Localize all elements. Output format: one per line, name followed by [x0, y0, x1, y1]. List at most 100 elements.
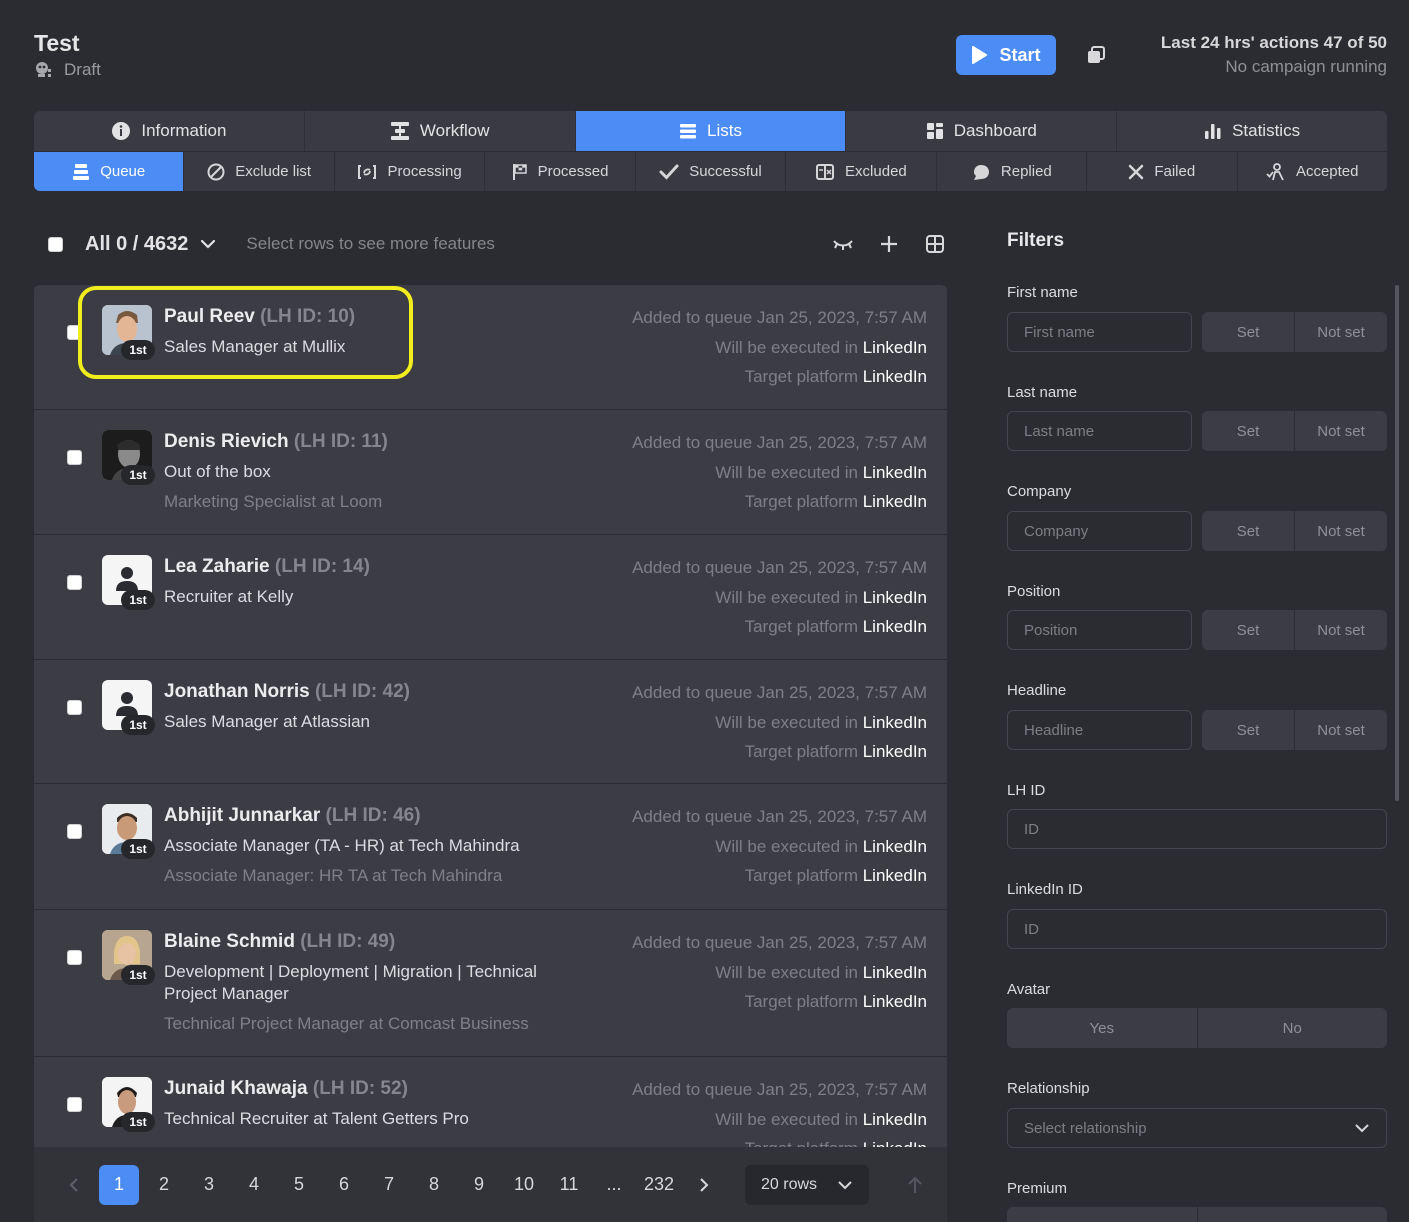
- set-button[interactable]: Set: [1202, 312, 1295, 352]
- subtab-label: Processing: [387, 163, 462, 180]
- exec-value: LinkedIn: [862, 712, 927, 732]
- page-button[interactable]: 8: [414, 1165, 454, 1205]
- profile-name-line: Junaid Khawaja (LH ID: 52): [164, 1077, 594, 1101]
- premium-option[interactable]: [1007, 1207, 1198, 1222]
- page-button[interactable]: 7: [369, 1165, 409, 1205]
- subtab-processed[interactable]: Processed: [485, 152, 636, 191]
- list-item[interactable]: 1st Blaine Schmid (LH ID: 49) Developmen…: [34, 910, 947, 1057]
- subtab-label: Successful: [689, 163, 762, 180]
- copy-icon: [1088, 46, 1105, 63]
- page-button[interactable]: 5: [279, 1165, 319, 1205]
- page-button[interactable]: 9: [459, 1165, 499, 1205]
- page-button[interactable]: 6: [324, 1165, 364, 1205]
- tab-label: Lists: [707, 121, 742, 140]
- added-to-queue: Added to queue Jan 25, 2023, 7:57 AM: [632, 308, 927, 327]
- list-item[interactable]: 1st Denis Rievich (LH ID: 11) Out of the…: [34, 410, 947, 535]
- position-input[interactable]: Position: [1007, 610, 1192, 650]
- tab-workflow[interactable]: Workflow: [305, 111, 576, 151]
- tab-lists[interactable]: Lists: [575, 111, 847, 151]
- lh-id-input[interactable]: ID: [1007, 809, 1387, 849]
- next-page-button[interactable]: [684, 1165, 724, 1205]
- set-button[interactable]: Set: [1202, 411, 1295, 451]
- linkedin-id-input[interactable]: ID: [1007, 909, 1387, 949]
- relationship-select[interactable]: Select relationship: [1007, 1108, 1387, 1148]
- pagination: 1 2 3 4 5 6 7 8 9 10 11 ... 232 20 rows: [34, 1147, 947, 1222]
- hide-details-button[interactable]: [831, 232, 855, 256]
- start-button[interactable]: Start: [956, 35, 1056, 75]
- page-button[interactable]: 4: [234, 1165, 274, 1205]
- profile-headline: Recruiter at Kelly: [164, 587, 294, 606]
- subtab-queue[interactable]: Queue: [34, 152, 185, 191]
- profile-name[interactable]: Jonathan Norris: [164, 681, 310, 702]
- page-button[interactable]: 232: [639, 1165, 679, 1205]
- draft-icon: [36, 62, 51, 77]
- page-button[interactable]: 2: [144, 1165, 184, 1205]
- queue-meta: Added to queue Jan 25, 2023, 7:57 AM Wil…: [632, 432, 927, 521]
- subtab-replied[interactable]: Replied: [937, 152, 1088, 191]
- not-set-button[interactable]: Not set: [1295, 312, 1387, 352]
- headline-input[interactable]: Headline: [1007, 710, 1192, 750]
- select-all-checkbox[interactable]: [48, 236, 63, 252]
- subtab-accepted[interactable]: Accepted: [1238, 152, 1387, 191]
- first-name-input[interactable]: First name: [1007, 312, 1192, 352]
- page-button[interactable]: 10: [504, 1165, 544, 1205]
- page-button[interactable]: 1: [99, 1164, 139, 1205]
- filter-label: Company: [1007, 483, 1072, 500]
- not-set-button[interactable]: Not set: [1295, 610, 1387, 650]
- dashboard-icon: [926, 123, 943, 139]
- page-button[interactable]: 3: [189, 1165, 229, 1205]
- set-button[interactable]: Set: [1202, 710, 1295, 750]
- queue-meta: Added to queue Jan 25, 2023, 7:57 AM Wil…: [632, 932, 927, 1021]
- not-set-button[interactable]: Not set: [1295, 511, 1387, 551]
- profile-name[interactable]: Lea Zaharie: [164, 556, 270, 577]
- list-item[interactable]: 1st Jonathan Norris (LH ID: 42) Sales Ma…: [34, 660, 947, 784]
- exec-value: LinkedIn: [862, 587, 927, 607]
- row-checkbox[interactable]: [67, 450, 82, 465]
- avatar-no-button[interactable]: No: [1198, 1008, 1388, 1048]
- exec-prefix: Will be executed in: [715, 337, 858, 357]
- set-button[interactable]: Set: [1202, 610, 1295, 650]
- last-name-input[interactable]: Last name: [1007, 411, 1192, 451]
- row-checkbox[interactable]: [67, 700, 82, 715]
- profile-name[interactable]: Abhijit Junnarkar: [164, 805, 320, 826]
- prev-page-button[interactable]: [54, 1165, 94, 1205]
- subtab-exclude-list[interactable]: Exclude list: [184, 152, 335, 191]
- arrow-up-icon: [908, 1176, 922, 1193]
- rows-per-page-select[interactable]: 20 rows: [745, 1164, 869, 1205]
- duplicate-campaign-button[interactable]: [1084, 43, 1108, 67]
- row-checkbox[interactable]: [67, 1097, 82, 1112]
- filter-label: Last name: [1007, 384, 1078, 401]
- tab-information[interactable]: Information: [34, 111, 305, 151]
- execution-platform: Will be executed in LinkedIn: [632, 337, 927, 359]
- page-button[interactable]: 11: [549, 1165, 589, 1205]
- toolbar-actions: [831, 232, 947, 256]
- premium-option[interactable]: [1198, 1207, 1388, 1222]
- profile-name[interactable]: Junaid Khawaja: [164, 1078, 308, 1099]
- subtab-label: Replied: [1000, 163, 1052, 180]
- row-checkbox[interactable]: [67, 824, 82, 839]
- tab-dashboard[interactable]: Dashboard: [846, 111, 1118, 151]
- add-button[interactable]: [877, 232, 901, 256]
- list-item[interactable]: 1st Abhijit Junnarkar (LH ID: 46) Associ…: [34, 784, 947, 910]
- not-set-button[interactable]: Not set: [1295, 411, 1387, 451]
- list-item[interactable]: 1st Junaid Khawaja (LH ID: 52) Technical…: [34, 1057, 947, 1147]
- row-checkbox[interactable]: [67, 575, 82, 590]
- selection-dropdown[interactable]: [200, 239, 216, 249]
- avatar-yes-button[interactable]: Yes: [1007, 1008, 1198, 1048]
- profile-name[interactable]: Denis Rievich: [164, 431, 289, 452]
- list-item[interactable]: 1st Lea Zaharie (LH ID: 14) Recruiter at…: [34, 535, 947, 660]
- subtab-processing[interactable]: Processing: [335, 152, 486, 191]
- not-set-button[interactable]: Not set: [1295, 710, 1387, 750]
- company-input[interactable]: Company: [1007, 511, 1192, 551]
- tab-statistics[interactable]: Statistics: [1117, 111, 1387, 151]
- subtab-successful[interactable]: Successful: [636, 152, 787, 191]
- row-checkbox[interactable]: [67, 950, 82, 965]
- columns-button[interactable]: [923, 232, 947, 256]
- set-button[interactable]: Set: [1202, 511, 1295, 551]
- subtab-excluded[interactable]: Excluded: [786, 152, 937, 191]
- profile-name[interactable]: Blaine Schmid: [164, 931, 295, 952]
- scroll-top-button[interactable]: [895, 1165, 935, 1205]
- filters-scrollbar[interactable]: [1395, 285, 1399, 801]
- subtab-failed[interactable]: Failed: [1087, 152, 1238, 191]
- subtab-label: Processed: [537, 163, 609, 180]
